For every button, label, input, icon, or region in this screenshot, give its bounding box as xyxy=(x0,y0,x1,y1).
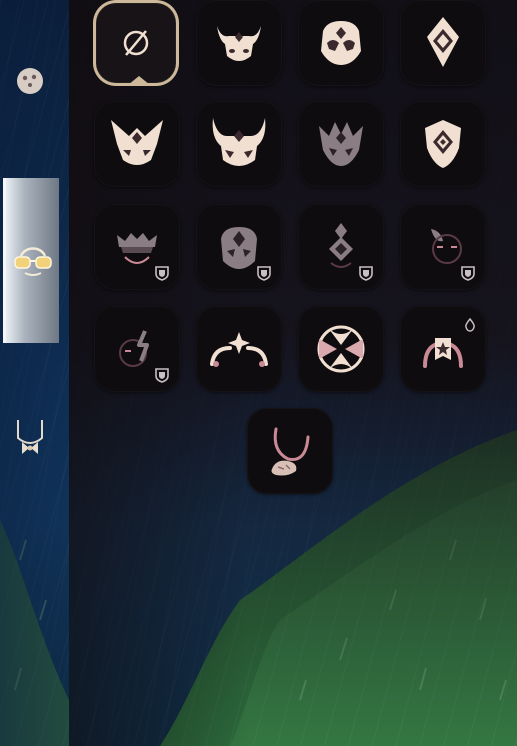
item-dragon-mask[interactable] xyxy=(298,0,384,86)
selection-pointer-icon xyxy=(128,76,150,85)
shield-crest-mask-icon xyxy=(425,120,461,168)
item-spiked-crown-mask[interactable] xyxy=(298,101,384,187)
banner-horns-icon xyxy=(423,338,463,368)
category-necklace[interactable] xyxy=(3,414,56,462)
tiara-mask-icon xyxy=(117,233,157,264)
dragon-mask-icon xyxy=(321,21,361,65)
necklace-icon xyxy=(16,420,43,454)
locked-shield-icon xyxy=(155,368,169,383)
item-banner-horns[interactable] xyxy=(400,306,486,392)
item-leaf-face-mask[interactable] xyxy=(400,204,486,290)
candy-pendant-icon xyxy=(271,427,310,476)
sparkle-horns-icon xyxy=(210,332,268,367)
horned-crown-mask-icon xyxy=(212,118,266,166)
locked-shield-icon xyxy=(257,266,271,281)
item-diamond-face-mask[interactable] xyxy=(298,204,384,290)
glasses-icon xyxy=(13,246,52,276)
item-candy-pendant[interactable] xyxy=(247,408,333,494)
spiked-crown-mask-icon xyxy=(319,122,363,166)
winged-mask-icon xyxy=(111,120,163,165)
locked-shield-icon xyxy=(359,266,373,281)
none-icon xyxy=(123,30,149,56)
bow-circle-mask-icon xyxy=(317,325,365,373)
mask-face-icon xyxy=(16,68,43,94)
item-horned-mask[interactable] xyxy=(196,0,282,86)
horned-mask-icon xyxy=(217,26,261,61)
item-none[interactable] xyxy=(96,3,176,85)
item-horned-crown-mask[interactable] xyxy=(196,101,282,187)
item-lightning-face-mask[interactable] xyxy=(94,306,180,392)
item-tiara-mask[interactable] xyxy=(94,204,180,290)
water-drop-icon xyxy=(465,318,475,332)
locked-shield-icon xyxy=(461,266,475,281)
locked-shield-icon xyxy=(155,266,169,281)
diamond-crest-mask-icon xyxy=(427,17,459,67)
item-winged-mask[interactable] xyxy=(94,101,180,187)
item-bow-circle-mask[interactable] xyxy=(298,306,384,392)
item-sparkle-horns[interactable] xyxy=(196,306,282,392)
category-sidebar xyxy=(0,0,69,746)
category-glasses[interactable] xyxy=(3,178,59,343)
item-helmet-mask[interactable] xyxy=(196,204,282,290)
item-shield-crest-mask[interactable] xyxy=(400,101,486,187)
item-diamond-crest-mask[interactable] xyxy=(400,0,486,86)
category-mask[interactable] xyxy=(3,55,56,107)
game-scene xyxy=(0,0,517,746)
